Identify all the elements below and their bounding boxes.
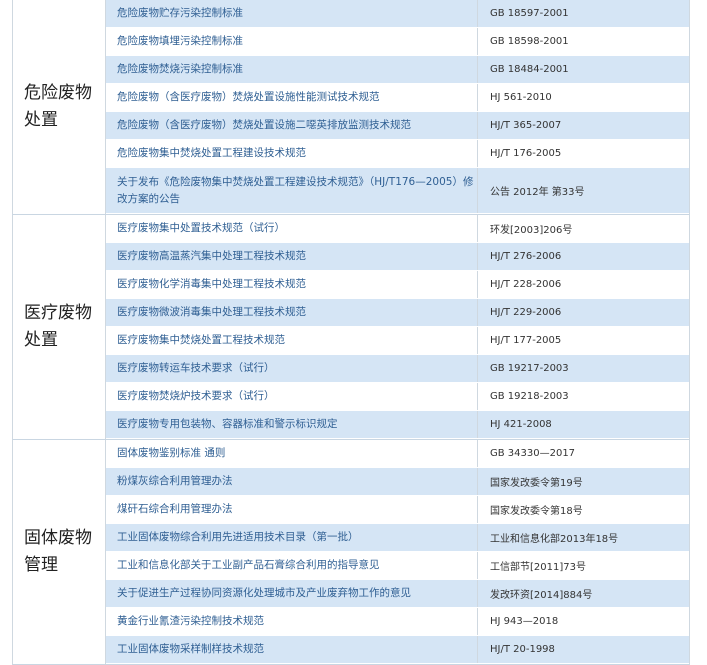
table-row: 危险废物（含医疗废物）焚烧处置设施性能测试技术规范 HJ 561-2010 [106,84,689,112]
standard-name[interactable]: 关于发布《危险废物集中焚烧处置工程建设技术规范》（HJ/T176—2005）修改… [106,168,478,213]
standard-code: GB 34330—2017 [490,448,576,459]
standard-name[interactable]: 工业固体废物综合利用先进适用技术目录（第一批） [106,524,478,551]
standard-name[interactable]: 医疗废物微波消毒集中处理工程技术规范 [106,299,478,326]
standard-name[interactable]: 关于促进生产过程协同资源化处理城市及产业废弃物工作的意见 [106,580,478,607]
standard-code: HJ 421-2008 [490,419,552,430]
category-title: 固体废物管理 [24,528,92,575]
table-row: 医疗废物集中焚烧处置工程技术规范 HJ/T 177-2005 [106,327,689,355]
table-row: 危险废物（含医疗废物）焚烧处置设施二噁英排放监测技术规范 HJ/T 365-200… [106,112,689,140]
table-row: 粉煤灰综合利用管理办法 国家发改委令第19号 [106,468,689,496]
section-hazardous-waste: 危险废物处置 危险废物贮存污染控制标准 GB 18597-2001 危险废物填埋污… [12,0,690,215]
table-row: 危险废物填埋污染控制标准 GB 18598-2001 [106,28,689,56]
table-row: 医疗废物转运车技术要求（试行） GB 19217-2003 [106,355,689,383]
standard-name[interactable]: 工业和信息化部关于工业副产品石膏综合利用的指导意见 [106,552,478,579]
standard-name[interactable]: 粉煤灰综合利用管理办法 [106,468,478,495]
standard-code: 国家发改委令第19号 [490,478,583,489]
table-row: 固体废物鉴别标准 通则 GB 34330—2017 [106,440,689,468]
standard-code: HJ/T 176-2005 [490,148,562,159]
standard-code: GB 18597-2001 [490,8,569,19]
standard-code: 国家发改委令第18号 [490,506,583,517]
standard-name[interactable]: 煤矸石综合利用管理办法 [106,496,478,523]
standard-code: HJ/T 177-2005 [490,335,562,346]
standard-name[interactable]: 固体废物鉴别标准 通则 [106,440,478,467]
standard-code: 发改环资[2014]884号 [490,590,593,601]
table-row: 关于发布《危险废物集中焚烧处置工程建设技术规范》（HJ/T176—2005）修改… [106,168,689,214]
standard-name[interactable]: 危险废物（含医疗废物）焚烧处置设施二噁英排放监测技术规范 [106,112,478,139]
table-row: 工业固体废物采样制样技术规范 HJ/T 20-1998 [106,636,689,664]
category-cell: 固体废物管理 [13,440,106,664]
standard-name[interactable]: 危险废物填埋污染控制标准 [106,28,478,55]
standard-name[interactable]: 工业固体废物采样制样技术规范 [106,636,478,663]
standard-code: 公告 2012年 第33号 [490,187,585,198]
table-row: 工业固体废物综合利用先进适用技术目录（第一批） 工业和信息化部2013年18号 [106,524,689,552]
standard-name[interactable]: 黄金行业氰渣污染控制技术规范 [106,608,478,635]
standard-name[interactable]: 医疗废物焚烧炉技术要求（试行） [106,383,478,410]
table-row: 医疗废物化学消毒集中处理工程技术规范 HJ/T 228-2006 [106,271,689,299]
standard-code: GB 19218-2003 [490,391,569,402]
standard-code: 工信部节[2011]73号 [490,562,586,573]
standard-name[interactable]: 医疗废物化学消毒集中处理工程技术规范 [106,271,478,298]
table-row: 医疗废物高温蒸汽集中处理工程技术规范 HJ/T 276-2006 [106,243,689,271]
standard-code: HJ 943—2018 [490,616,559,627]
category-title: 医疗废物处置 [24,303,92,350]
table-row: 黄金行业氰渣污染控制技术规范 HJ 943—2018 [106,608,689,636]
standard-code: GB 19217-2003 [490,363,569,374]
standard-name[interactable]: 医疗废物专用包装物、容器标准和警示标识规定 [106,411,478,438]
table-row: 工业和信息化部关于工业副产品石膏综合利用的指导意见 工信部节[2011]73号 [106,552,689,580]
standard-code: 环发[2003]206号 [490,225,573,236]
standard-code: GB 18484-2001 [490,64,569,75]
section-solid-waste: 固体废物管理 固体废物鉴别标准 通则 GB 34330—2017 粉煤灰综合利用管… [12,440,690,665]
table-row: 煤矸石综合利用管理办法 国家发改委令第18号 [106,496,689,524]
standard-name[interactable]: 危险废物（含医疗废物）焚烧处置设施性能测试技术规范 [106,84,478,111]
table-row: 医疗废物焚烧炉技术要求（试行） GB 19218-2003 [106,383,689,411]
table-row: 医疗废物专用包装物、容器标准和警示标识规定 HJ 421-2008 [106,411,689,439]
standard-name[interactable]: 医疗废物集中焚烧处置工程技术规范 [106,327,478,354]
standard-code: 工业和信息化部2013年18号 [490,534,619,545]
standard-code: HJ/T 228-2006 [490,279,562,290]
category-title: 危险废物处置 [24,83,92,130]
standard-name[interactable]: 医疗废物转运车技术要求（试行） [106,355,478,382]
table-row: 危险废物集中焚烧处置工程建设技术规范 HJ/T 176-2005 [106,140,689,168]
standard-name[interactable]: 危险废物贮存污染控制标准 [106,0,478,27]
standard-code: HJ/T 276-2006 [490,251,562,262]
table-row: 医疗废物集中处置技术规范（试行） 环发[2003]206号 [106,215,689,243]
standard-code: HJ 561-2010 [490,92,552,103]
standard-name[interactable]: 危险废物集中焚烧处置工程建设技术规范 [106,140,478,167]
standards-table: 危险废物处置 危险废物贮存污染控制标准 GB 18597-2001 危险废物填埋污… [12,0,690,665]
standard-name[interactable]: 医疗废物高温蒸汽集中处理工程技术规范 [106,243,478,270]
standard-code: HJ/T 229-2006 [490,307,562,318]
standard-name[interactable]: 危险废物焚烧污染控制标准 [106,56,478,83]
table-row: 危险废物焚烧污染控制标准 GB 18484-2001 [106,56,689,84]
standard-code: HJ/T 20-1998 [490,644,555,655]
table-row: 关于促进生产过程协同资源化处理城市及产业废弃物工作的意见 发改环资[2014]88… [106,580,689,608]
table-row: 医疗废物微波消毒集中处理工程技术规范 HJ/T 229-2006 [106,299,689,327]
standard-name[interactable]: 医疗废物集中处置技术规范（试行） [106,215,478,242]
table-row: 危险废物贮存污染控制标准 GB 18597-2001 [106,0,689,28]
category-cell: 医疗废物处置 [13,215,106,439]
category-cell: 危险废物处置 [13,0,106,214]
standard-code: GB 18598-2001 [490,36,569,47]
section-medical-waste: 医疗废物处置 医疗废物集中处置技术规范（试行） 环发[2003]206号 医疗废物… [12,215,690,440]
standard-code: HJ/T 365-2007 [490,120,562,131]
